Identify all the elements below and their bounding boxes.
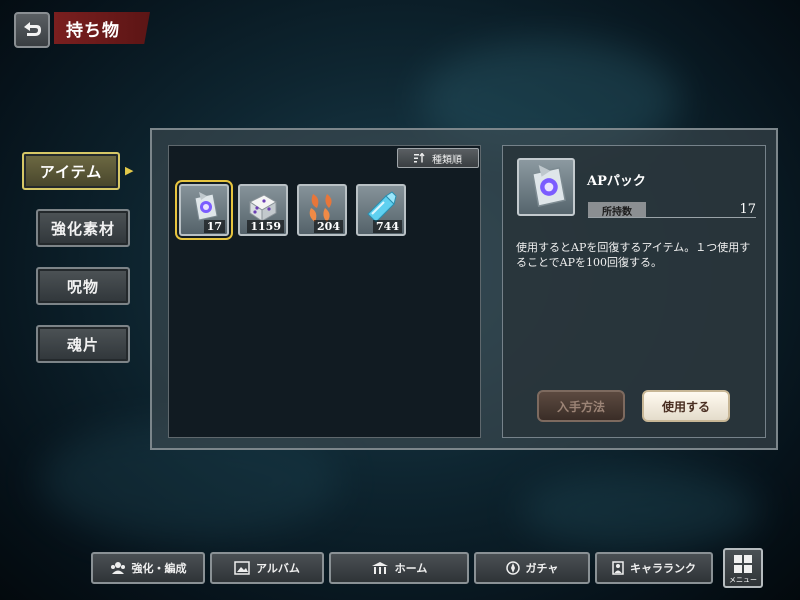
owned-divider xyxy=(588,217,756,218)
nav-enhance-formation[interactable]: 強化・編成 xyxy=(91,552,205,584)
nav-label: キャラランク xyxy=(630,562,696,575)
nav-album[interactable]: アルバム xyxy=(210,552,324,584)
item-slot-ap-pack[interactable]: 17 xyxy=(175,180,233,240)
menu-grid-icon xyxy=(734,555,752,573)
detail-item-name: APパック xyxy=(587,174,646,189)
acquire-method-button[interactable]: 入手方法 xyxy=(537,390,625,422)
sort-label: 種類順 xyxy=(432,154,462,166)
dice-icon xyxy=(249,194,277,222)
item-count: 17 xyxy=(203,220,225,233)
tab-soul-fragments[interactable]: 魂片 xyxy=(36,325,130,363)
owned-count-label: 所持数 xyxy=(588,202,646,218)
back-arrow-icon xyxy=(24,22,41,36)
party-icon xyxy=(110,562,125,574)
nav-label: 強化・編成 xyxy=(131,562,187,575)
item-slot-petals[interactable]: 204 xyxy=(297,184,347,236)
nav-home[interactable]: ホーム xyxy=(329,552,469,584)
ap-pack-icon xyxy=(194,192,218,221)
nav-character-rank[interactable]: キャラランク xyxy=(595,552,713,584)
item-slot-crystal[interactable]: 744 xyxy=(356,184,406,236)
owned-count-value: 17 xyxy=(739,202,756,217)
home-icon xyxy=(371,562,388,574)
sort-icon xyxy=(414,153,425,163)
menu-label: メニュー xyxy=(729,576,757,584)
petals-icon xyxy=(309,194,332,222)
item-count: 744 xyxy=(373,220,402,233)
nav-label: アルバム xyxy=(256,562,300,575)
crystal-icon xyxy=(367,191,397,223)
sort-button[interactable]: 種類順 xyxy=(397,148,479,168)
item-description: 使用するとAPを回復するアイテム。１つ使用することでAPを100回復する。 xyxy=(516,241,751,269)
nav-label: ガチャ xyxy=(525,562,559,575)
item-count: 204 xyxy=(314,220,343,233)
ap-pack-icon xyxy=(531,164,566,208)
tab-curios[interactable]: 呪物 xyxy=(36,267,130,305)
page-title: 持ち物 xyxy=(54,12,150,44)
nav-gacha[interactable]: ガチャ xyxy=(474,552,590,584)
item-slot-dice[interactable]: 1159 xyxy=(238,184,288,236)
use-item-button[interactable]: 使用する xyxy=(642,390,730,422)
character-rank-icon xyxy=(612,561,624,575)
nav-label: ホーム xyxy=(394,562,428,575)
album-icon xyxy=(234,561,250,575)
tab-enhance-materials[interactable]: 強化素材 xyxy=(36,209,130,247)
tab-items[interactable]: アイテム xyxy=(22,152,120,190)
gacha-icon xyxy=(505,561,520,575)
background-mist xyxy=(520,470,760,550)
back-button[interactable] xyxy=(14,12,50,48)
menu-button[interactable]: メニュー xyxy=(723,548,763,588)
detail-item-image xyxy=(517,158,575,216)
active-tab-arrow-icon: ▶ xyxy=(125,164,134,177)
item-count: 1159 xyxy=(247,220,284,233)
